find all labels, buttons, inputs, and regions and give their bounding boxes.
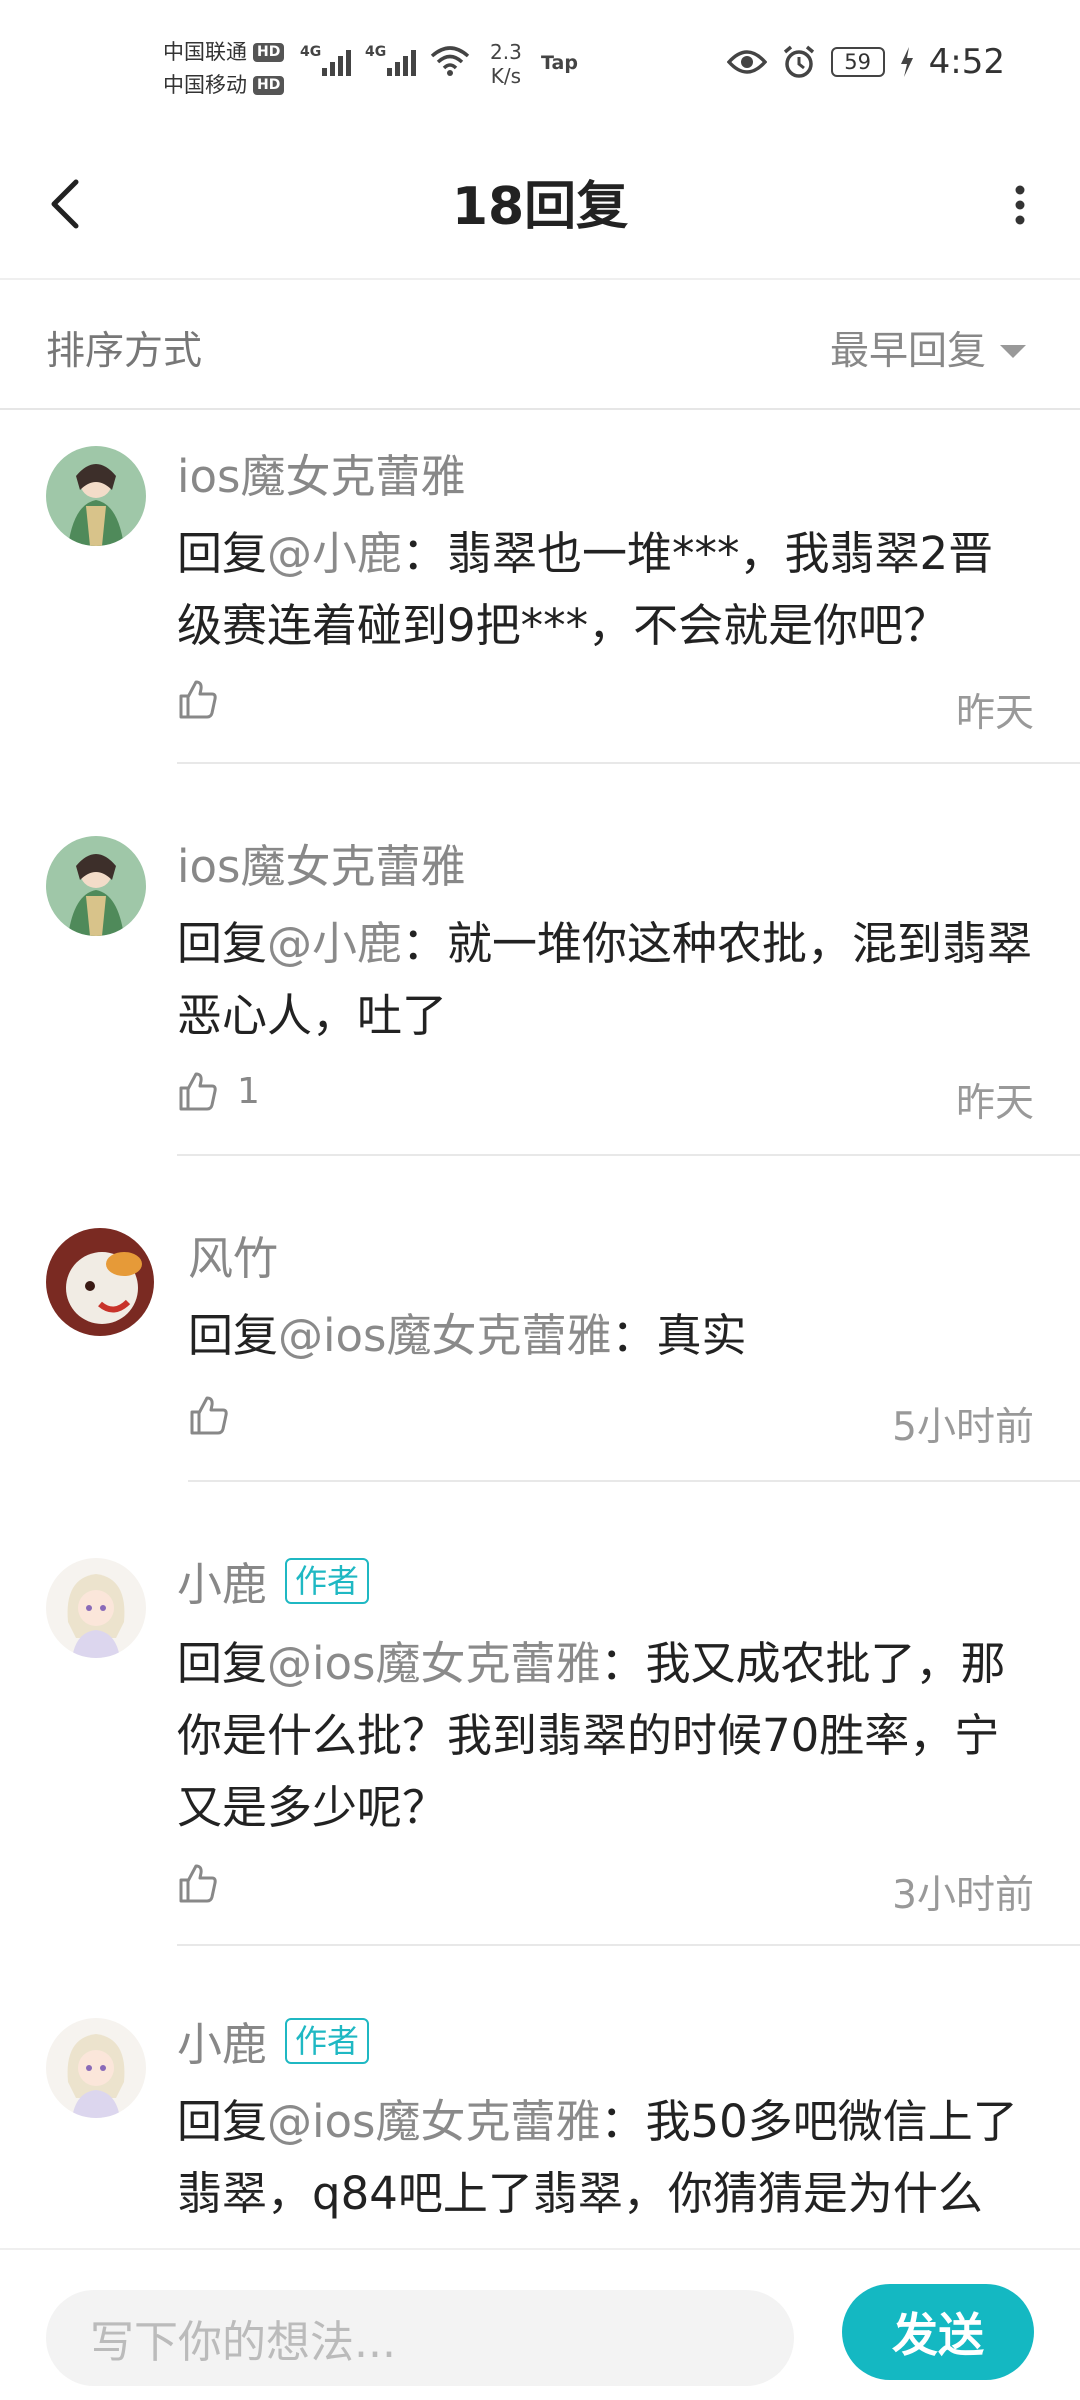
comment-item: 风竹 回复@ios魔女克蕾雅：真实 5小时前 [0,1192,1080,1492]
signal-icons: 4G 4G [300,44,470,76]
network-speed: 2.3 K/s [490,40,522,88]
avatar[interactable] [46,1228,154,1336]
comment-author[interactable]: ios魔女克蕾雅 [177,830,465,895]
status-bar: 中国联通 HD 中国移动 HD 4G 4G 2.3 K/s Tap 59 4:5… [0,0,1080,130]
sort-label: 排序方式 [46,329,203,374]
comment-text: 回复@ios魔女克蕾雅：真实 [188,1300,1034,1372]
hd-badge: HD [253,76,285,95]
like-button[interactable] [177,1862,237,1904]
more-options-button[interactable] [1000,170,1040,240]
divider [188,1480,1080,1482]
comment-author[interactable]: 风竹 [188,1222,278,1287]
like-count: 1 [237,1070,260,1112]
like-button[interactable] [188,1394,248,1436]
comment-item: ios魔女克蕾雅 回复@小鹿：就一堆你这种农批，混到翡翠恶心人，吐了 1 昨天 [0,800,1080,1190]
comment-input-bar: 写下你的想法... 发送 [0,2248,1080,2400]
alarm-icon [783,45,814,78]
sort-value: 最早回复 [829,329,986,374]
more-vertical-icon [1015,185,1025,225]
reply-prefix: 回复 [188,1309,279,1362]
comment-text: 回复@ios魔女克蕾雅：我又成农批了，那你是什么批？我到翡翠的时候70胜率，宁又… [177,1628,1034,1844]
eye-icon [726,50,767,74]
network-type: 4G [365,44,387,60]
comment-item: 小鹿 作者 回复@ios魔女克蕾雅：我又成农批了，那你是什么批？我到翡翠的时候7… [0,1512,1080,1972]
signal-icon: 4G [300,44,351,76]
comment-author[interactable]: 小鹿 作者 [177,1548,370,1613]
mention-link[interactable]: @小鹿 [267,917,402,970]
divider [177,1154,1080,1156]
send-button[interactable]: 发送 [842,2284,1034,2380]
author-name: 风竹 [188,1232,279,1285]
mention-link[interactable]: @小鹿 [267,527,402,580]
mention-link[interactable]: @ios魔女克蕾雅 [267,1637,600,1690]
speed-value: 2.3 [490,40,522,64]
avatar[interactable] [46,446,146,546]
thumbs-up-icon [179,680,217,719]
thumbs-up-icon [179,1072,217,1111]
comment-time: 昨天 [955,691,1034,736]
hd-badge: HD [253,43,285,62]
author-badge: 作者 [285,1557,370,1604]
divider [177,1944,1080,1946]
clock: 4:52 [928,42,1005,82]
thumbs-up-icon [190,1396,228,1435]
avatar[interactable] [46,2018,146,2118]
sort-bar: 排序方式 最早回复 [0,280,1080,410]
mention-link[interactable]: @ios魔女克蕾雅 [267,2095,600,2148]
sort-dropdown[interactable]: 最早回复 [830,320,1026,376]
status-right: 59 4:52 [726,42,1005,82]
comment-item: ios魔女克蕾雅 回复@小鹿：翡翠也一堆***，我翡翠2晋级赛连着碰到9把***… [0,410,1080,790]
avatar[interactable] [46,1558,146,1658]
reply-prefix: 回复 [177,2095,268,2148]
charging-icon [900,47,913,77]
author-name: ios魔女克蕾雅 [177,450,466,503]
mention-link[interactable]: @ios魔女克蕾雅 [278,1309,611,1362]
comment-time: 3小时前 [892,1873,1034,1918]
reply-prefix: 回复 [177,917,268,970]
comment-text: 回复@ios魔女克蕾雅：我50多吧微信上了翡翠，q84吧上了翡翠，你猜猜是为什么 [177,2086,1034,2230]
carrier-2: 中国移动 [163,73,247,97]
carrier-info: 中国联通 HD 中国移动 HD [163,36,285,102]
screen: 中国联通 HD 中国移动 HD 4G 4G 2.3 K/s Tap 59 4:5… [0,0,1080,2400]
battery-indicator: 59 [830,47,885,77]
author-name: ios魔女克蕾雅 [177,840,466,893]
thumbs-up-icon [179,1864,217,1903]
speed-unit: K/s [490,64,522,88]
top-navigation: 18回复 [0,130,1080,280]
carrier-1: 中国联通 [163,40,247,64]
comment-text: 回复@小鹿：就一堆你这种农批，混到翡翠恶心人，吐了 [177,908,1034,1052]
comment-time: 5小时前 [892,1405,1034,1450]
like-button[interactable] [177,678,237,720]
author-badge: 作者 [285,2017,370,2064]
comment-author[interactable]: ios魔女克蕾雅 [177,440,465,505]
wifi-icon [430,46,470,76]
reply-body: ：真实 [611,1309,747,1362]
author-name: 小鹿 [177,2018,268,2071]
reply-prefix: 回复 [177,1637,268,1690]
comment-item: 小鹿 作者 回复@ios魔女克蕾雅：我50多吧微信上了翡翠，q84吧上了翡翠，你… [0,1976,1080,2248]
comment-text: 回复@小鹿：翡翠也一堆***，我翡翠2晋级赛连着碰到9把***，不会就是你吧？ [177,518,1034,662]
reply-prefix: 回复 [177,527,268,580]
dropdown-triangle-icon [1000,344,1026,358]
avatar[interactable] [46,836,146,936]
tap-icon: Tap [541,52,578,74]
network-type: 4G [300,44,322,60]
comment-input[interactable]: 写下你的想法... [46,2290,794,2386]
author-name: 小鹿 [177,1558,268,1611]
signal-icon: 4G [365,44,416,76]
like-button[interactable]: 1 [177,1070,260,1112]
divider [177,762,1080,764]
comment-author[interactable]: 小鹿 作者 [177,2008,370,2073]
page-title: 18回复 [451,177,629,237]
comment-time: 昨天 [955,1081,1034,1126]
